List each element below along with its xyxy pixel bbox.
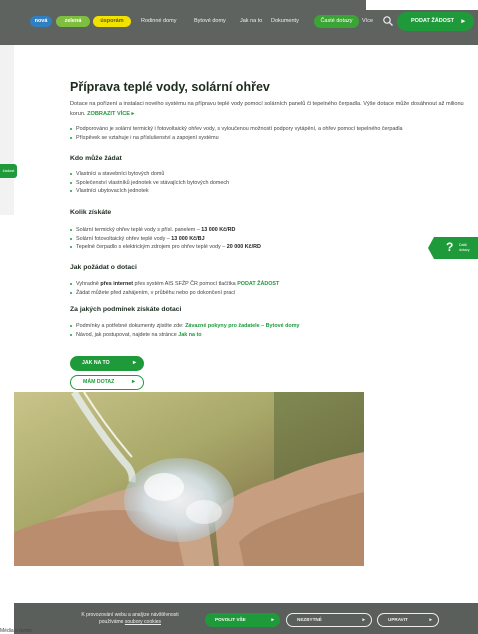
cookies-link[interactable]: soubory cookies [125, 619, 161, 625]
who-list: Vlastníci a stavebníci bytových domů Spo… [70, 170, 229, 196]
cookie-text: K provozování webu a analýze návštěvnost… [74, 612, 186, 626]
nav-item-rodinne-domy[interactable]: Rodinné domy [141, 16, 176, 27]
list-item: Podporováno je solární termický i fotovo… [70, 125, 403, 134]
arrow-right-icon: ▸ [271, 617, 274, 623]
left-side-panel [0, 45, 14, 215]
feature-list: Podporováno je solární termický i fotovo… [70, 125, 403, 142]
logo-pill-zelena[interactable]: zelená [56, 16, 90, 27]
allow-all-cookies-button[interactable]: POVOLIT VŠE ▸ [205, 613, 280, 627]
list-item: Vlastníci ubytovacích jednotek [70, 187, 229, 196]
section-title-how: Jak požádat o dotaci [70, 264, 137, 271]
hero-photo-water-hands [14, 392, 364, 566]
list-item: Tepelné čerpadlo s elektrickým zdrojem p… [70, 243, 261, 252]
intro-paragraph: Dotace na pořízení a instalaci nového sy… [70, 99, 478, 119]
cookie-text-line: K provozování webu a analýze návštěvnost… [81, 612, 179, 618]
condition-text: Podmínky a potřebné dokumenty zjistíte z… [76, 323, 186, 329]
logo-pill-nova[interactable]: nová [30, 16, 52, 27]
how-to-link[interactable]: Jak na to [178, 332, 201, 338]
list-item: Návod, jak postupovat, najdete na stránc… [70, 331, 300, 340]
how-text: Vyhradně [76, 281, 101, 287]
ask-question-button[interactable]: MÁM DOTAZ ▸ [70, 375, 144, 390]
nav-item-more[interactable]: Více [362, 16, 373, 27]
search-icon[interactable] [382, 15, 394, 27]
necessary-label: NEZBYTNÉ [297, 617, 322, 622]
amount-value: 13 000 Kč/BJ [171, 235, 205, 242]
list-item: Podmínky a potřebné dokumenty zjistíte z… [70, 322, 300, 331]
header-overlay-strip [366, 0, 478, 10]
list-item: Solární fotovoltaický ohřev teplé vody –… [70, 235, 261, 244]
question-icon: ? [446, 240, 454, 254]
allow-all-label: POVOLIT VŠE [215, 617, 246, 622]
list-item: Společenství vlastníků jednotek ve stáva… [70, 179, 229, 188]
apply-button-label: PODAT ŽÁDOST [411, 18, 454, 24]
amount-label: Tepelné čerpadlo s elektrickým zdrojem p… [76, 244, 227, 250]
how-to-button-label: JAK NA TO [82, 360, 110, 366]
settings-label: UPRAVIT [388, 617, 408, 622]
cropped-footer-text: Média o tomto [0, 628, 32, 634]
list-item: Vyhradně přes internet přes systém AIS S… [70, 280, 279, 289]
arrow-right-icon: ▸ [131, 379, 135, 385]
list-item: Žádat můžete před zahájením, v průběhu n… [70, 289, 279, 298]
nav-item-jak-na-to[interactable]: Jak na to [240, 16, 262, 27]
how-list: Vyhradně přes internet přes systém AIS S… [70, 280, 279, 297]
nav-item-bytove-domy[interactable]: Bytové domy [194, 16, 226, 27]
how-bold: přes internet [100, 281, 134, 287]
necessary-cookies-button[interactable]: NEZBYTNÉ ▸ [286, 613, 372, 627]
arrow-right-icon: ▸ [132, 360, 136, 366]
cookie-consent-bar: K provozování webu a analýze návštěvnost… [14, 603, 478, 634]
amount-list: Solární termický ohřev teplé vody s přís… [70, 226, 261, 252]
list-item: Vlastníci a stavebníci bytových domů [70, 170, 229, 179]
nav-item-dokumenty[interactable]: Dokumenty [271, 16, 299, 27]
apply-inline-link[interactable]: PODAT ŽÁDOST [237, 281, 279, 287]
how-to-button[interactable]: JAK NA TO ▸ [70, 356, 144, 371]
apply-button-header[interactable]: PODAT ŽÁDOST ▸ [397, 12, 474, 31]
help-tab-label: Další dotazy [459, 243, 470, 252]
conditions-list: Podmínky a potřebné dokumenty zjistíte z… [70, 322, 300, 339]
page-title: Příprava teplé vody, solární ohřev [70, 80, 270, 94]
section-title-amount: Kolik získáte [70, 209, 112, 216]
amount-value: 20 000 Kč/RD [226, 244, 261, 250]
left-side-tab[interactable]: žádost [0, 164, 17, 178]
section-title-who: Kdo může žádat [70, 155, 122, 162]
amount-label: Solární fotovoltaický ohřev teplé vody – [76, 235, 172, 242]
arrow-right-icon: ▸ [461, 18, 465, 25]
arrow-right-icon: ▸ [362, 617, 365, 623]
ask-question-button-label: MÁM DOTAZ [83, 379, 115, 385]
faq-button[interactable]: Časté dotazy [314, 15, 359, 28]
cookie-settings-button[interactable]: UPRAVIT ▸ [377, 613, 439, 627]
guidelines-link[interactable]: Závazné pokyny pro žadatele – Bytové dom… [185, 323, 299, 329]
how-text-mid: přes systém AIS SFŽP ČR pomocí tlačítka [133, 281, 238, 287]
list-item: Solární termický ohřev teplé vody s přís… [70, 226, 261, 235]
condition-text: Návod, jak postupovat, najdete na stránc… [76, 331, 179, 338]
list-item: Příspěvek se vztahuje i na příslušenství… [70, 134, 403, 143]
section-title-conditions: Za jakých podmínek získáte dotaci [70, 306, 182, 313]
show-more-link[interactable]: ZOBRAZIT VÍCE ▸ [87, 111, 134, 117]
arrow-right-icon: ▸ [429, 617, 432, 623]
logo-pill-usporam[interactable]: úsporám [93, 16, 131, 27]
amount-label: Solární termický ohřev teplé vody s přís… [76, 227, 202, 233]
amount-value: 13 000 Kč/RD [201, 227, 236, 233]
cookie-text-line: používáme [99, 619, 124, 625]
help-side-tab[interactable]: ? Další dotazy [428, 237, 478, 259]
